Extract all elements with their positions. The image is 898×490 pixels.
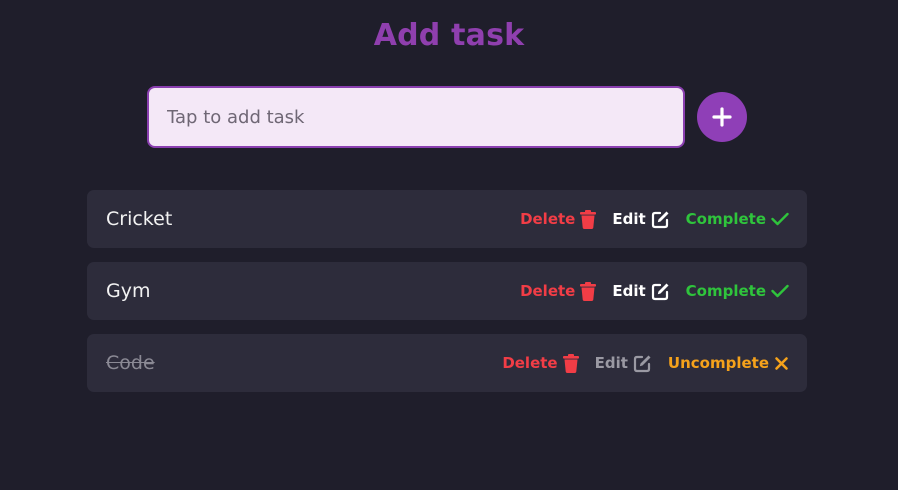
edit-label: Edit xyxy=(612,282,646,300)
plus-icon xyxy=(711,106,733,128)
task-actions: Delete Edit Uncomplete xyxy=(502,334,789,392)
edit-button[interactable]: Edit xyxy=(595,354,652,373)
status-label: Uncomplete xyxy=(667,354,769,372)
trash-icon xyxy=(580,209,597,229)
edit-label: Edit xyxy=(594,354,628,372)
edit-label: Edit xyxy=(612,210,646,228)
task-name: Cricket xyxy=(106,208,173,230)
task-name: Code xyxy=(106,352,155,374)
delete-button[interactable]: Delete xyxy=(520,281,597,301)
task-name: Gym xyxy=(106,280,151,302)
status-label: Complete xyxy=(685,282,766,300)
edit-icon xyxy=(651,282,670,301)
page-title: Add task xyxy=(373,18,525,53)
trash-icon xyxy=(580,281,597,301)
add-task-button[interactable] xyxy=(697,92,747,142)
complete-button[interactable]: Complete xyxy=(686,210,789,228)
edit-icon xyxy=(651,210,670,229)
delete-label: Delete xyxy=(520,210,576,228)
delete-label: Delete xyxy=(502,354,558,372)
edit-button[interactable]: Edit xyxy=(612,282,669,301)
edit-icon xyxy=(633,354,652,373)
x-icon xyxy=(774,356,789,371)
complete-button[interactable]: Complete xyxy=(686,282,789,300)
task-input[interactable] xyxy=(147,86,685,148)
task-item: Code Delete Edit Uncomplete xyxy=(87,334,807,392)
delete-label: Delete xyxy=(520,282,576,300)
task-actions: Delete Edit Complete xyxy=(520,262,789,320)
edit-button[interactable]: Edit xyxy=(612,210,669,229)
check-icon xyxy=(771,212,789,226)
trash-icon xyxy=(562,353,579,373)
task-item: Gym Delete Edit Complete xyxy=(87,262,807,320)
check-icon xyxy=(771,284,789,298)
task-actions: Delete Edit Complete xyxy=(520,190,789,248)
delete-button[interactable]: Delete xyxy=(520,209,597,229)
delete-button[interactable]: Delete xyxy=(502,353,579,373)
uncomplete-button[interactable]: Uncomplete xyxy=(668,354,789,372)
status-label: Complete xyxy=(685,210,766,228)
task-item: Cricket Delete Edit Complete xyxy=(87,190,807,248)
todo-app: Add task Cricket Delete Edit xyxy=(0,0,898,490)
